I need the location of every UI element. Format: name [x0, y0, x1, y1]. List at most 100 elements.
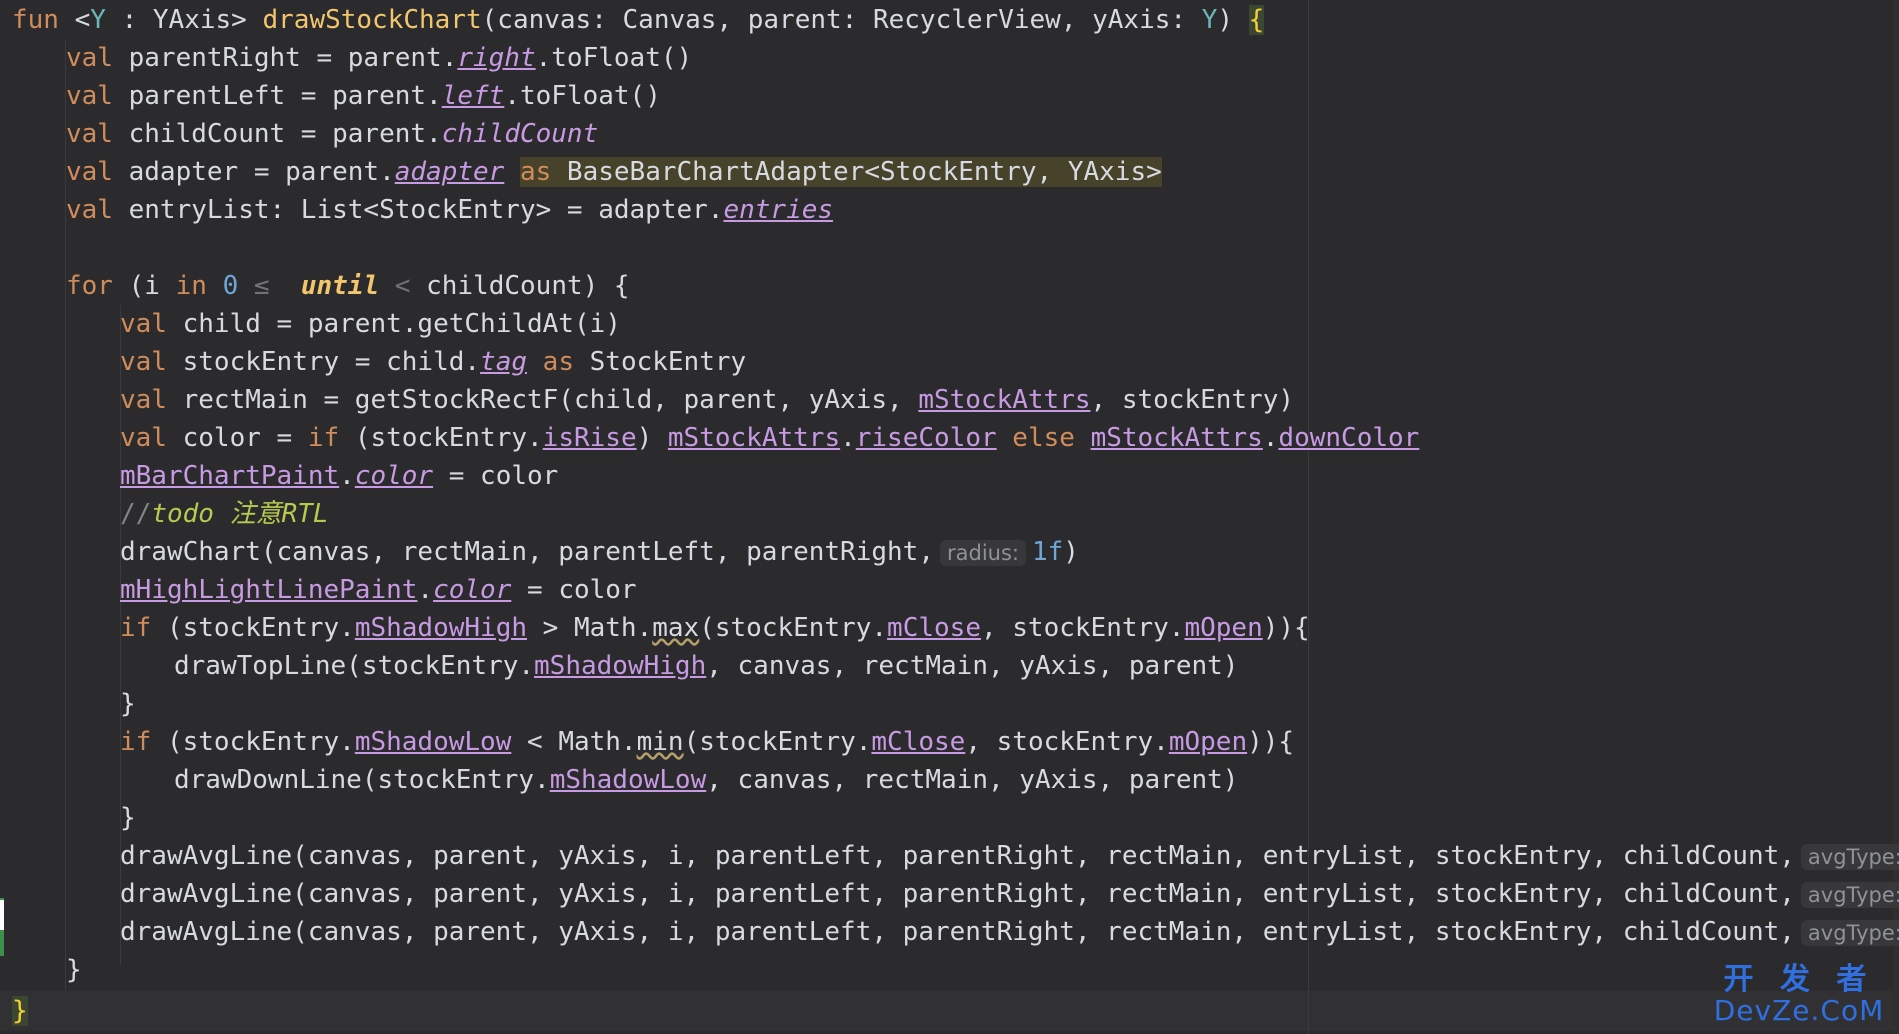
code-text: drawChart(canvas, rectMain, parentLeft, …	[120, 537, 934, 567]
keyword-until: until	[300, 271, 380, 301]
comment: //	[120, 499, 152, 529]
range-hint: <	[379, 271, 427, 301]
code-text: , stockEntry.	[965, 727, 1169, 757]
code-line-5: val adapter = parent.adapter as BaseBarC…	[66, 153, 1899, 191]
code-editor[interactable]: fun <Y : YAxis> drawStockChart(canvas: C…	[0, 0, 1899, 1034]
code-text: (stockEntry.	[339, 423, 543, 453]
function-name: drawStockChart	[246, 5, 482, 35]
code-line-9: val child = parent.getChildAt(i)	[120, 305, 1899, 343]
keyword: val	[120, 423, 167, 453]
code-text: parentRight = parent.	[112, 43, 458, 73]
parameter-hint: avgType:	[1800, 844, 1899, 870]
keyword: as	[542, 347, 574, 377]
code-line-12: val color = if (stockEntry.isRise) mStoc…	[120, 419, 1899, 457]
code-line-21: drawDownLine(stockEntry.mShadowLow, canv…	[174, 761, 1899, 799]
property: entries	[723, 195, 834, 225]
field: isRise	[542, 423, 637, 453]
code-line-14: //todo 注意RTL	[120, 495, 1899, 533]
keyword: if	[307, 423, 340, 453]
field: mBarChartPaint	[120, 461, 340, 491]
code-text: child = parent.getChildAt(i)	[166, 309, 621, 339]
code-text: parentLeft = parent.	[112, 81, 442, 111]
code-text: drawTopLine(stockEntry.	[174, 651, 535, 681]
brace-highlight: {	[1248, 5, 1265, 35]
code-line-18: drawTopLine(stockEntry.mShadowHigh, canv…	[174, 647, 1899, 685]
code-line-3: val parentLeft = parent.left.toFloat()	[66, 77, 1899, 115]
code-text: )	[1063, 537, 1079, 567]
brace-highlight: }	[12, 996, 28, 1026]
keyword: if	[120, 613, 152, 643]
field: mStockAttrs	[1090, 423, 1263, 453]
code-text: , stockEntry)	[1090, 385, 1295, 415]
code-line-19: }	[120, 685, 1899, 723]
property: left	[441, 81, 505, 111]
code-text: (stockEntry.	[699, 613, 888, 643]
code-text: (i	[112, 271, 176, 301]
code-text: .	[339, 461, 355, 491]
field: mOpen	[1168, 727, 1248, 757]
code-text: BaseBarChartAdapter<StockEntry, YAxis>	[551, 157, 1162, 187]
field: mHighLightLinePaint	[120, 575, 418, 605]
field: mShadowHigh	[354, 613, 527, 643]
field: mShadowLow	[549, 765, 707, 795]
code-text: = color	[433, 461, 559, 491]
cast-highlight: as BaseBarChartAdapter<StockEntry, YAxis…	[519, 157, 1162, 187]
code-line-8: for (i in 0 ≤ until < childCount) {	[66, 267, 1899, 305]
parameter-hint: avgType:	[1800, 920, 1899, 946]
function-call-warning: min	[636, 727, 684, 757]
code-text: (stockEntry.	[151, 727, 355, 757]
watermark-bottom-text: DevZe.CoM	[1713, 994, 1885, 1027]
code-text: .toFloat()	[504, 81, 661, 111]
keyword: for	[66, 271, 113, 301]
code-line-1: fun <Y : YAxis> drawStockChart(canvas: C…	[12, 1, 1899, 39]
code-line-26: }	[66, 951, 1899, 989]
keyword: val	[66, 195, 113, 225]
code-line-15: drawChart(canvas, rectMain, parentLeft, …	[120, 533, 1899, 571]
keyword: val	[120, 309, 167, 339]
property: tag	[480, 347, 528, 377]
code-text: , stockEntry.	[980, 613, 1185, 643]
code-line-24: drawAvgLine(canvas, parent, yAxis, i, pa…	[120, 875, 1899, 913]
code-text: .toFloat()	[535, 43, 693, 73]
code-text: )	[636, 423, 668, 453]
code-text: , canvas, rectMain, yAxis, parent)	[706, 651, 1239, 681]
code-text: }	[66, 955, 82, 985]
keyword: if	[120, 727, 152, 757]
code-text: = color	[511, 575, 637, 605]
code-text: drawAvgLine(canvas, parent, yAxis, i, pa…	[120, 841, 1795, 871]
field: mOpen	[1184, 613, 1263, 643]
code-line-10: val stockEntry = child.tag as StockEntry	[120, 343, 1899, 381]
code-line-22: }	[120, 799, 1899, 837]
watermark-top-text: 开 发 者	[1723, 962, 1875, 997]
code-text: (canvas: Canvas, parent: RecyclerView, y…	[481, 5, 1202, 35]
field: mStockAttrs	[667, 423, 841, 453]
field: riseColor	[855, 423, 997, 453]
code-line-13: mBarChartPaint.color = color	[120, 457, 1899, 495]
code-text: > Math.	[527, 613, 653, 643]
field: mShadowHigh	[534, 651, 707, 681]
keyword: else	[1012, 423, 1075, 453]
code-text: )	[1217, 5, 1234, 35]
code-line-11: val rectMain = getStockRectF(child, pare…	[120, 381, 1899, 419]
keyword: val	[120, 347, 167, 377]
watermark-logo: 开 发 者 DevZe.CoM	[1709, 964, 1889, 1028]
keyword: val	[66, 119, 113, 149]
code-line-20: if (stockEntry.mShadowLow < Math.min(sto…	[120, 723, 1899, 761]
code-text: drawAvgLine(canvas, parent, yAxis, i, pa…	[120, 879, 1795, 909]
todo-comment: todo 注意RTL	[151, 499, 329, 529]
field: downColor	[1278, 423, 1420, 453]
code-text: stockEntry = child.	[166, 347, 481, 377]
code-text: (stockEntry.	[151, 613, 355, 643]
keyword: as	[519, 157, 552, 187]
code-line-4: val childCount = parent.childCount	[66, 115, 1899, 153]
code-text: childCount) {	[426, 271, 630, 301]
code-text: .	[840, 423, 856, 453]
keyword: val	[66, 43, 113, 73]
code-line-25: drawAvgLine(canvas, parent, yAxis, i, pa…	[120, 913, 1899, 951]
keyword: val	[66, 157, 113, 187]
keyword: val	[66, 81, 113, 111]
code-text: )){	[1247, 727, 1295, 757]
code-text: < Math.	[511, 727, 637, 757]
code-line-6: val entryList: List<StockEntry> = adapte…	[66, 191, 1899, 229]
code-line-23: drawAvgLine(canvas, parent, yAxis, i, pa…	[120, 837, 1899, 875]
